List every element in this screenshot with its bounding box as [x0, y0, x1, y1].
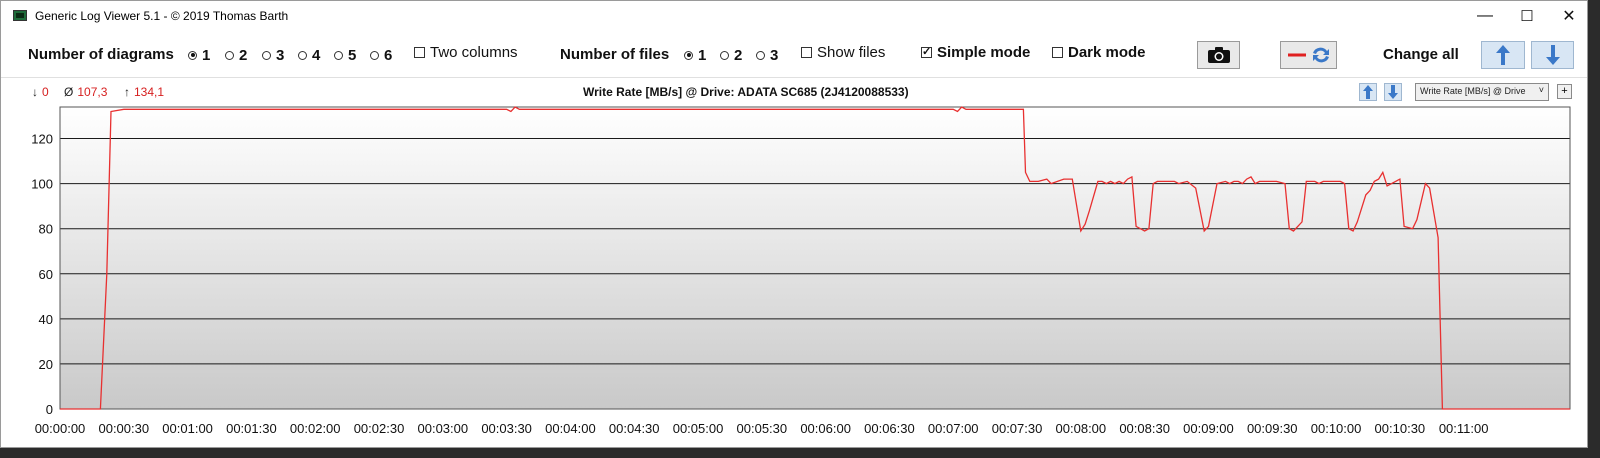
x-tick-label: 00:03:30: [481, 421, 532, 436]
chart-header: ↓ 0 Ø 107,3 ↑ 134,1 Write Rate [MB/s] @ Dri…: [1, 79, 1587, 103]
x-tick-label: 00:06:30: [864, 421, 915, 436]
diagrams-radio-5[interactable]: 5: [334, 47, 356, 64]
simple-mode-checkbox[interactable]: ✓ Simple mode: [921, 44, 1030, 61]
diagrams-radio-3[interactable]: 3: [262, 47, 284, 64]
x-tick-label: 00:05:00: [673, 421, 724, 436]
title-bar[interactable]: Generic Log Viewer 5.1 - © 2019 Thomas B…: [1, 1, 1587, 31]
avg-stat: Ø 107,3: [64, 85, 108, 99]
checkbox-icon: [414, 47, 425, 58]
add-series-button[interactable]: +: [1557, 84, 1572, 99]
radio-icon: [370, 50, 379, 60]
files-radio-1[interactable]: 1: [684, 47, 706, 64]
min-stat: ↓ 0: [32, 85, 49, 99]
x-tick-label: 00:08:00: [1056, 421, 1107, 436]
chart-title: Write Rate [MB/s] @ Drive: ADATA SC685 (…: [583, 85, 909, 99]
swap-line-color-icon: [1287, 47, 1329, 63]
swap-color-button[interactable]: [1280, 41, 1337, 69]
x-tick-label: 00:06:00: [800, 421, 851, 436]
x-tick-label: 00:01:00: [162, 421, 213, 436]
change-all-label: Change all: [1383, 46, 1459, 63]
files-radio-2[interactable]: 2: [720, 47, 742, 64]
radio-icon: [298, 50, 307, 60]
chart-move-down-button[interactable]: [1384, 83, 1402, 101]
checkbox-icon: [1052, 47, 1063, 58]
minimize-button[interactable]: —: [1464, 1, 1506, 31]
window-title: Generic Log Viewer 5.1 - © 2019 Thomas B…: [35, 9, 289, 23]
x-tick-label: 00:09:00: [1183, 421, 1234, 436]
radio-selected-icon: [188, 50, 197, 60]
radio-icon: [756, 50, 765, 60]
x-tick-label: 00:04:00: [545, 421, 596, 436]
arrow-up-icon: [1496, 45, 1510, 65]
y-tick-label: 0: [46, 402, 53, 417]
diagrams-radio-1[interactable]: 1: [188, 47, 210, 64]
chart-move-up-button[interactable]: [1359, 83, 1377, 101]
x-tick-label: 00:05:30: [737, 421, 788, 436]
move-down-button[interactable]: [1531, 41, 1574, 69]
number-of-files-label: Number of files: [560, 46, 670, 63]
show-files-checkbox[interactable]: Show files: [801, 44, 885, 61]
x-tick-label: 00:02:30: [354, 421, 405, 436]
y-tick-label: 100: [31, 177, 53, 192]
y-tick-label: 80: [39, 222, 53, 237]
radio-icon: [334, 50, 343, 60]
diagrams-radio-4[interactable]: 4: [298, 47, 320, 64]
y-tick-label: 40: [39, 312, 53, 327]
checkbox-checked-icon: ✓: [921, 46, 932, 58]
write-rate-chart: 0 20 40 60 80 100 120 00:00:00 00:00:30 00:01:00…: [31, 106, 1571, 436]
toolbar: Number of diagrams 1 2 3 4 5 6 Two colum…: [1, 31, 1587, 78]
number-of-diagrams-label: Number of diagrams: [28, 46, 174, 63]
arrow-down-icon: [1545, 45, 1560, 65]
x-tick-label: 00:10:00: [1311, 421, 1362, 436]
diagrams-radio-6[interactable]: 6: [370, 47, 392, 64]
x-tick-label: 00:01:30: [226, 421, 277, 436]
y-tick-label: 20: [39, 357, 53, 372]
radio-icon: [720, 50, 729, 60]
x-axis-ticks: 00:00:00 00:00:30 00:01:00 00:01:30 00:02:00…: [35, 421, 1489, 436]
x-tick-label: 00:09:30: [1247, 421, 1298, 436]
x-tick-label: 00:04:30: [609, 421, 660, 436]
y-axis-ticks: 0 20 40 60 80 100 120: [31, 132, 53, 417]
x-tick-label: 00:10:30: [1375, 421, 1426, 436]
x-tick-label: 00:00:00: [35, 421, 86, 436]
two-columns-checkbox[interactable]: Two columns: [414, 44, 518, 61]
y-tick-label: 120: [31, 132, 53, 147]
move-up-button[interactable]: [1481, 41, 1525, 69]
max-stat: ↑ 134,1: [124, 85, 165, 99]
x-tick-label: 00:07:00: [928, 421, 979, 436]
checkbox-icon: [801, 47, 812, 58]
camera-icon: [1207, 47, 1230, 63]
x-tick-label: 00:08:30: [1119, 421, 1170, 436]
diagrams-radio-2[interactable]: 2: [225, 47, 247, 64]
x-tick-label: 00:11:00: [1439, 421, 1489, 436]
series-select[interactable]: Write Rate [MB/s] @ Drive ˅: [1415, 83, 1549, 101]
radio-selected-icon: [684, 50, 693, 60]
app-window: Generic Log Viewer 5.1 - © 2019 Thomas B…: [0, 0, 1588, 448]
files-radio-3[interactable]: 3: [756, 47, 778, 64]
x-tick-label: 00:03:00: [418, 421, 469, 436]
arrow-down-icon: [1388, 85, 1398, 99]
screenshot-button[interactable]: [1197, 41, 1240, 69]
x-tick-label: 00:02:00: [290, 421, 341, 436]
dark-mode-checkbox[interactable]: Dark mode: [1052, 44, 1146, 61]
maximize-button[interactable]: ☐: [1506, 1, 1548, 31]
chevron-down-icon: ˅: [1538, 85, 1544, 95]
close-button[interactable]: ✕: [1548, 1, 1590, 31]
y-tick-label: 60: [39, 267, 53, 282]
x-tick-label: 00:00:30: [98, 421, 149, 436]
app-logo-icon: [13, 10, 27, 21]
x-tick-label: 00:07:30: [992, 421, 1043, 436]
radio-icon: [262, 50, 271, 60]
arrow-up-icon: [1363, 85, 1373, 99]
radio-icon: [225, 50, 234, 60]
